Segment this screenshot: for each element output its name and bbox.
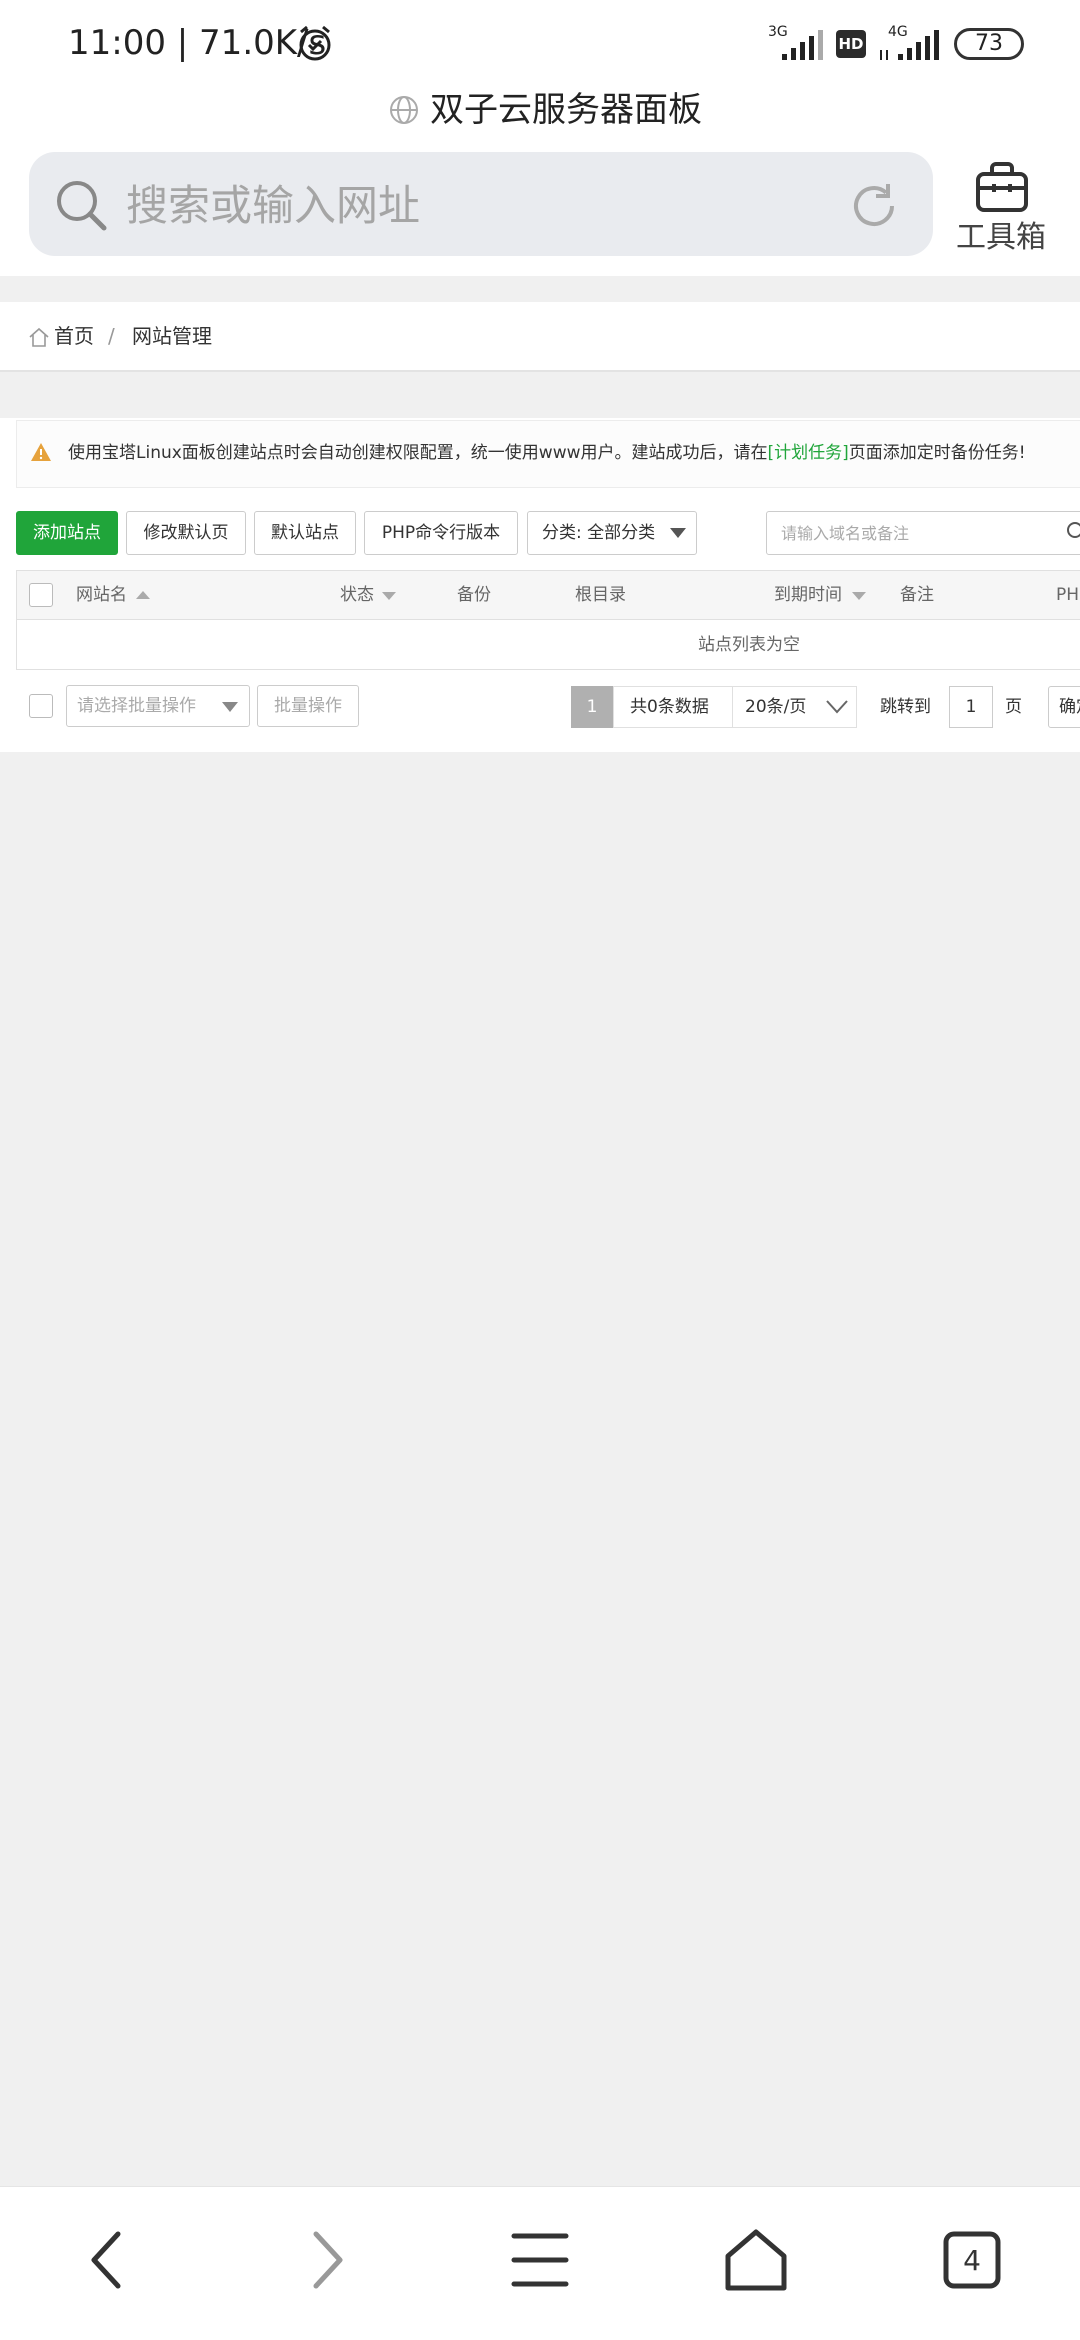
sort-down-icon [852, 592, 866, 600]
default-site-button[interactable]: 默认站点 [254, 511, 356, 555]
page-title: 双子云服务器面板 [430, 90, 702, 130]
tab-count[interactable]: 4 [946, 2236, 998, 2286]
chevron-down-icon [826, 700, 848, 714]
caret-down-icon [222, 702, 238, 712]
signal-3g-label: 3G [768, 24, 788, 40]
column-header-sitename[interactable]: 网站名 [76, 580, 127, 610]
jump-confirm-button[interactable]: 确定 [1048, 686, 1080, 728]
edit-default-page-button[interactable]: 修改默认页 [126, 511, 246, 555]
notice-text: 使用宝塔Linux面板创建站点时会自动创建权限配置，统一使用www用户。建站成功… [68, 438, 1026, 468]
empty-table-message: 站点列表为空 [698, 635, 800, 655]
domain-search-input[interactable] [766, 511, 1080, 555]
caret-down-icon [670, 528, 686, 538]
pagination-current-page[interactable]: 1 [571, 686, 613, 728]
notice-text-before: 使用宝塔Linux面板创建站点时会自动创建权限配置，统一使用www用户。建站成功… [68, 443, 768, 463]
cron-task-link[interactable]: [计划任务] [768, 443, 849, 463]
status-time: 11:00 | 71.0K/s [68, 23, 327, 63]
breadcrumb-current: 网站管理 [132, 324, 212, 348]
search-icon [57, 181, 107, 231]
signal-3g-icon: 3G [768, 24, 823, 60]
alarm-clock-icon [299, 25, 331, 61]
column-header-backup: 备份 [457, 585, 491, 605]
breadcrumb-separator: / [108, 324, 115, 348]
signal-4g-label: 4G [888, 24, 908, 40]
column-header-status[interactable]: 状态 [340, 580, 374, 610]
home-icon[interactable] [724, 2228, 788, 2292]
sort-down-icon [382, 592, 396, 600]
column-header-remark: 备注 [900, 585, 934, 605]
column-header-php: PH [1056, 585, 1080, 605]
page-unit-label: 页 [1005, 697, 1022, 717]
select-all-checkbox[interactable] [29, 583, 53, 607]
column-header-expiry[interactable]: 到期时间 [774, 580, 842, 610]
toolbox-label[interactable]: 工具箱 [956, 218, 1046, 258]
address-input[interactable] [126, 176, 826, 234]
forward-icon[interactable] [294, 2228, 358, 2292]
warning-icon [31, 443, 51, 461]
search-icon[interactable] [1066, 521, 1080, 543]
table-row [16, 620, 1080, 670]
toolbox-icon[interactable] [972, 156, 1032, 216]
column-header-root: 根目录 [575, 585, 626, 605]
sort-up-icon [136, 591, 150, 599]
batch-operation-button[interactable]: 批量操作 [257, 685, 359, 727]
globe-icon [390, 96, 418, 124]
signal-4g-icon: 4G [880, 24, 939, 60]
hd-badge: HD [836, 30, 866, 58]
pagination-total: 共0条数据 [630, 697, 709, 717]
reload-icon[interactable] [846, 178, 902, 234]
jump-to-label: 跳转到 [880, 697, 931, 717]
notice-text-after: 页面添加定时备份任务! [848, 443, 1026, 463]
battery-indicator: 73 [954, 28, 1024, 60]
add-site-button[interactable]: 添加站点 [16, 511, 118, 555]
php-cli-version-button[interactable]: PHP命令行版本 [364, 511, 518, 555]
back-icon[interactable] [76, 2228, 140, 2292]
batch-select-checkbox[interactable] [29, 694, 53, 718]
menu-icon[interactable] [508, 2228, 572, 2292]
breadcrumb-home-link[interactable]: 首页 [54, 320, 94, 352]
jump-page-input[interactable] [949, 686, 993, 728]
home-icon[interactable] [28, 326, 50, 348]
